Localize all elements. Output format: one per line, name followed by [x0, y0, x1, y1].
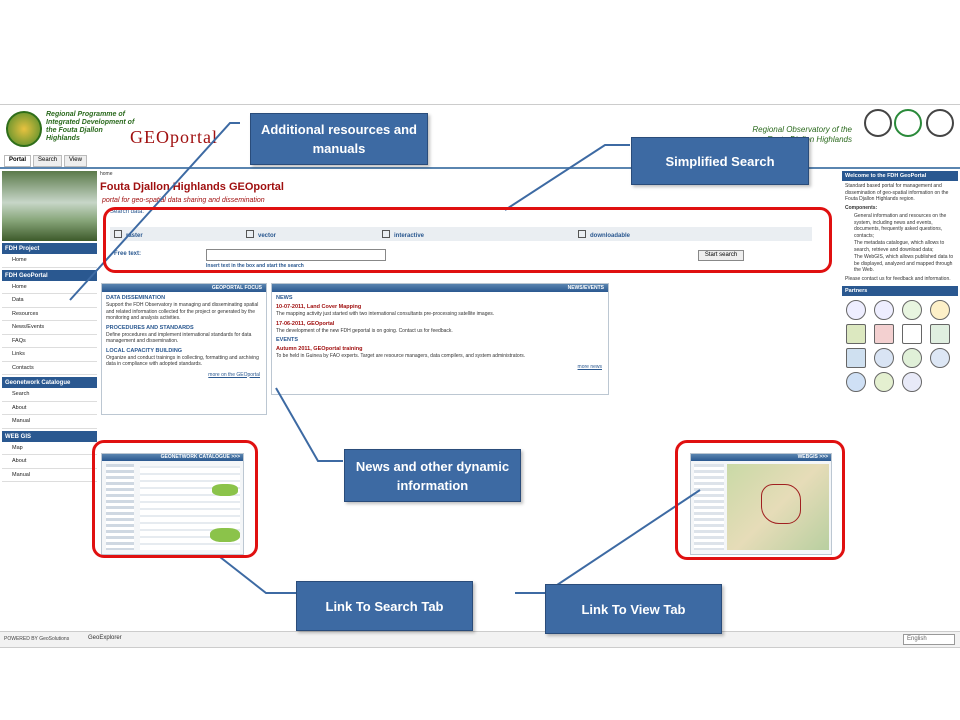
annotation-lines: [69, 122, 701, 594]
view-tab-callout: Link To View Tab: [545, 584, 722, 634]
search-callout: Simplified Search: [631, 137, 809, 185]
search-tab-pointer-line: [219, 556, 296, 594]
news-callout: News and other dynamic information: [344, 449, 521, 502]
search-pointer-line: [504, 144, 630, 211]
news-pointer-line: [275, 387, 343, 462]
resources-callout: Additional resources and manuals: [250, 113, 428, 165]
catalogue-highlight-box: [92, 440, 258, 558]
search-tab-callout: Link To Search Tab: [296, 581, 473, 631]
slide: Regional Programme of Integrated Develop…: [0, 0, 960, 720]
view-tab-pointer-line: [515, 489, 701, 594]
webgis-highlight-box: [675, 440, 845, 560]
search-highlight-box: [103, 207, 832, 273]
